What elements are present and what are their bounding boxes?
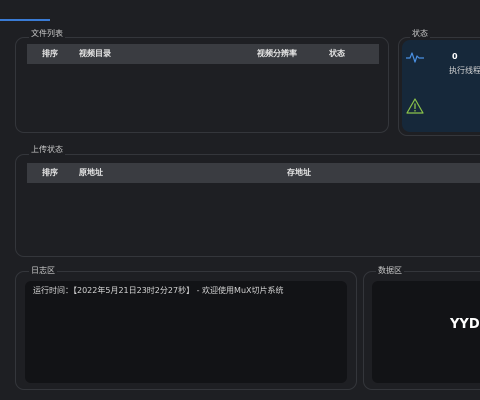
thread-count: 0 bbox=[452, 52, 458, 61]
file-list-table-header: 排序 视频目录 视频分辨率 状态 bbox=[27, 44, 379, 64]
column-header-order[interactable]: 排序 bbox=[42, 168, 58, 178]
column-header-resolution[interactable]: 视频分辨率 bbox=[257, 49, 297, 59]
column-header-source-address[interactable]: 原地址 bbox=[79, 168, 103, 178]
column-header-order[interactable]: 排序 bbox=[42, 49, 58, 59]
activity-icon bbox=[406, 52, 424, 63]
file-list-title: 文件列表 bbox=[29, 29, 65, 39]
data-display-text: YYDS bbox=[450, 317, 480, 332]
data-display-panel: YYDS bbox=[372, 281, 480, 383]
log-text-area[interactable]: 运行时间：【2022年5月21日23时2分27秒】 - 欢迎使用MuX切片系统 bbox=[25, 281, 347, 383]
column-header-video-dir[interactable]: 视频目录 bbox=[79, 49, 111, 59]
data-title: 数据区 bbox=[376, 266, 404, 276]
upload-table-header: 排序 原地址 存地址 bbox=[27, 163, 480, 183]
status-title: 状态 bbox=[410, 29, 430, 39]
log-title: 日志区 bbox=[29, 266, 57, 276]
column-header-storage-address[interactable]: 存地址 bbox=[287, 168, 311, 178]
warning-icon bbox=[406, 98, 424, 114]
upload-status-title: 上传状态 bbox=[29, 145, 65, 155]
thread-label: 执行线程 bbox=[449, 66, 480, 75]
log-line: 运行时间：【2022年5月21日23时2分27秒】 - 欢迎使用MuX切片系统 bbox=[33, 286, 284, 295]
active-tab-indicator bbox=[0, 19, 50, 21]
column-header-status[interactable]: 状态 bbox=[329, 49, 345, 59]
